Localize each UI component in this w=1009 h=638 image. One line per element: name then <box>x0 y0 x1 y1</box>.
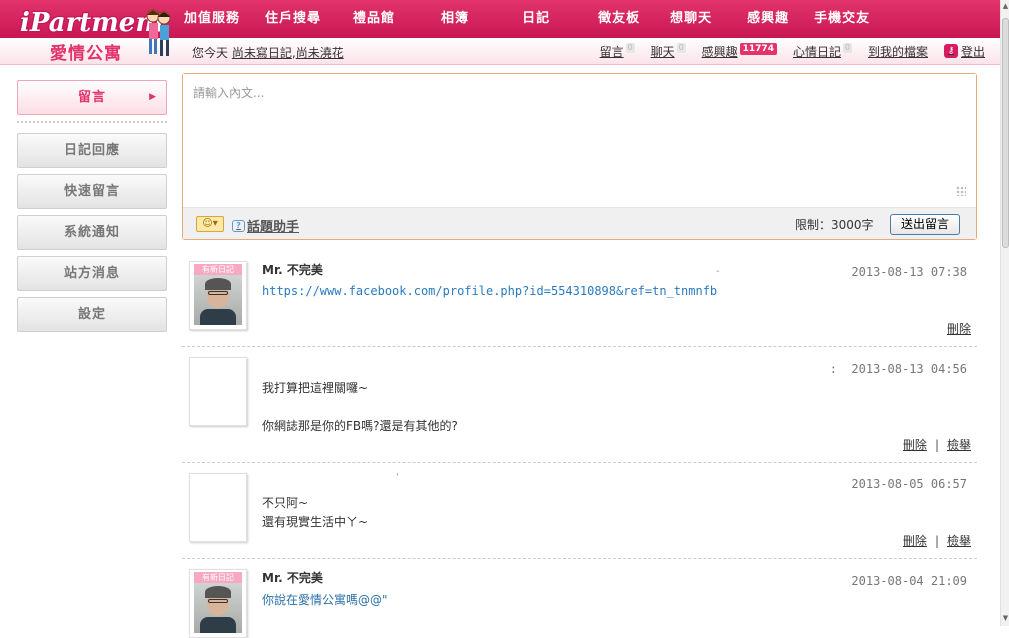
report-link[interactable]: 檢舉 <box>947 438 971 452</box>
message-item: 有新日記 Mr. 不完美 2013-08-04 21:09 你說在愛情公寓嗎@@… <box>182 559 977 638</box>
user-nav-messages[interactable]: 留言 0 <box>599 42 635 60</box>
logout-link[interactable]: ⚷ 登出 <box>943 43 985 60</box>
composer-toolbar: ☺▾ ? 話題助手 限制：3000字 送出留言 <box>183 207 976 239</box>
logo-chinese: 愛情公寓 <box>50 44 122 64</box>
user-nav-interested[interactable]: 感興趣 11774 <box>701 42 777 60</box>
user-nav-mood-diary-label: 心情日記 <box>792 44 841 59</box>
message-text: 我打算把這裡關囉~ 你網誌那是你的FB嗎?還是有其他的? <box>262 381 458 433</box>
message-item: ' 2013-08-05 06:57 不只阿~ 還有現實生活中ㄚ~ 刪除 | 檢舉 <box>182 463 977 559</box>
nav-personals[interactable]: 徵友板 <box>598 0 640 38</box>
menu-messages[interactable]: 留言 ▶ <box>17 80 167 115</box>
message-link[interactable]: https://www.facebook.com/profile.php?id=… <box>262 282 722 300</box>
menu-messages-label: 留言 <box>77 90 106 105</box>
new-diary-tag: 有新日記 <box>194 572 242 583</box>
scroll-thumb[interactable] <box>1002 18 1009 248</box>
menu-settings[interactable]: 設定 <box>17 297 167 332</box>
message-actions: 刪除 | 檢舉 <box>903 532 971 549</box>
report-link[interactable]: 檢舉 <box>947 534 971 548</box>
delete-link[interactable]: 刪除 <box>903 438 927 452</box>
status-prefix: 您今天 <box>192 46 229 60</box>
smiley-icon[interactable]: ☺▾ <box>196 216 224 232</box>
messages-count-badge: 0 <box>625 42 635 53</box>
avatar[interactable]: 有新日記 <box>189 261 247 330</box>
nav-diary[interactable]: 日記 <box>522 0 550 38</box>
mood-diary-count-badge: 0 <box>842 42 852 53</box>
key-icon: ⚷ <box>943 44 958 58</box>
topic-helper-button[interactable]: ? 話題助手 <box>232 216 299 235</box>
delete-link[interactable]: 刪除 <box>903 534 927 548</box>
send-message-button[interactable]: 送出留言 <box>890 214 960 235</box>
menu-diary-replies[interactable]: 日記回應 <box>17 133 167 168</box>
nav-interested[interactable]: 感興趣 <box>747 0 789 38</box>
message-time: 2013-08-04 21:09 <box>851 574 967 588</box>
chevron-right-icon: ▶ <box>149 92 157 102</box>
nav-album[interactable]: 相簿 <box>441 0 469 38</box>
message-time: 2013-08-13 07:38 <box>851 265 967 279</box>
message-text: 你說在愛情公寓嗎@@" <box>262 593 388 607</box>
message-time: : 2013-08-13 04:56 <box>830 362 967 376</box>
status-line: 您今天 尚未寫日記,尚未澆花 <box>192 44 344 61</box>
new-diary-tag: 有新日記 <box>194 264 242 275</box>
scroll-down-arrow-icon[interactable]: ▼ <box>1001 612 1009 624</box>
message-actions: 刪除 <box>947 320 971 337</box>
menu-divider <box>17 121 167 123</box>
main-nav: 加值服務 住戶搜尋 禮品館 相簿 日記 徵友板 想聊天 感興趣 手機交友 <box>184 0 870 38</box>
message-actions: 刪除 | 檢舉 <box>903 436 971 453</box>
scroll-up-arrow-icon[interactable]: ▲ <box>1001 0 1009 12</box>
char-limit-text: 限制：3000字 <box>795 218 874 232</box>
user-nav-my-profile[interactable]: 到我的檔案 <box>868 43 928 60</box>
message-item: : 2013-08-13 04:56 我打算把這裡關囉~ 你網誌那是你的FB嗎?… <box>182 347 977 463</box>
avatar[interactable] <box>189 473 247 542</box>
author-name[interactable]: Mr. 不完美 <box>262 261 323 278</box>
couple-mascot-icon <box>146 9 171 56</box>
message-text: 不只阿~ 還有現實生活中ㄚ~ <box>262 496 369 529</box>
user-nav-chat-label: 聊天 <box>650 44 675 59</box>
water-flower-link[interactable]: 尚未澆花 <box>296 46 344 60</box>
page-scrollbar[interactable]: ▲ ▼ <box>1000 0 1009 626</box>
user-nav-interested-label: 感興趣 <box>701 44 738 59</box>
message-composer: ☺▾ ? 話題助手 限制：3000字 送出留言 <box>182 73 977 240</box>
delete-link[interactable]: 刪除 <box>947 322 971 336</box>
message-time: 2013-08-05 06:57 <box>851 477 967 491</box>
stray-mark: ' <box>396 472 399 483</box>
user-nav: 留言 0 聊天 0 感興趣 11774 心情日記 0 到我的檔案 ⚷ 登出 <box>584 42 985 60</box>
message-input[interactable] <box>183 74 976 207</box>
user-nav-chat[interactable]: 聊天 0 <box>650 42 686 60</box>
speech-bubble-icon: ? <box>232 219 245 232</box>
user-nav-my-profile-label: 到我的檔案 <box>867 44 928 59</box>
action-separator: | <box>934 438 939 452</box>
topic-helper-label: 話題助手 <box>247 220 300 235</box>
user-nav-messages-label: 留言 <box>599 44 624 59</box>
avatar[interactable]: 有新日記 <box>189 569 247 638</box>
author-name[interactable]: Mr. 不完美 <box>262 569 323 586</box>
action-separator: | <box>934 534 939 548</box>
avatar-photo <box>194 275 242 325</box>
menu-system-notice[interactable]: 系統通知 <box>17 215 167 250</box>
nav-want-chat[interactable]: 想聊天 <box>670 0 712 38</box>
write-diary-link[interactable]: 尚未寫日記 <box>232 46 292 60</box>
menu-site-news[interactable]: 站方消息 <box>17 256 167 291</box>
time-prefix: : <box>829 362 837 376</box>
nav-member-search[interactable]: 住戶搜尋 <box>265 0 321 38</box>
time-value: 2013-08-13 04:56 <box>851 362 967 376</box>
avatar[interactable] <box>189 357 247 426</box>
nav-gift-shop[interactable]: 禮品館 <box>353 0 395 38</box>
left-menu: 留言 ▶ 日記回應 快速留言 系統通知 站方消息 設定 <box>17 80 167 338</box>
menu-quick-message[interactable]: 快速留言 <box>17 174 167 209</box>
message-item: 有新日記 Mr. 不完美 - 2013-08-13 07:38 https://… <box>182 250 977 347</box>
user-nav-mood-diary[interactable]: 心情日記 0 <box>792 42 852 60</box>
interested-count-badge: 11774 <box>739 42 777 55</box>
stray-mark: - <box>716 266 720 277</box>
site-logo[interactable]: iPartment 愛情公寓 <box>14 6 174 64</box>
nav-mobile-dating[interactable]: 手機交友 <box>814 0 870 38</box>
resize-grip-icon[interactable] <box>956 186 966 196</box>
logout-label: 登出 <box>960 44 985 59</box>
chat-count-badge: 0 <box>676 42 686 53</box>
nav-value-added[interactable]: 加值服務 <box>184 0 240 38</box>
